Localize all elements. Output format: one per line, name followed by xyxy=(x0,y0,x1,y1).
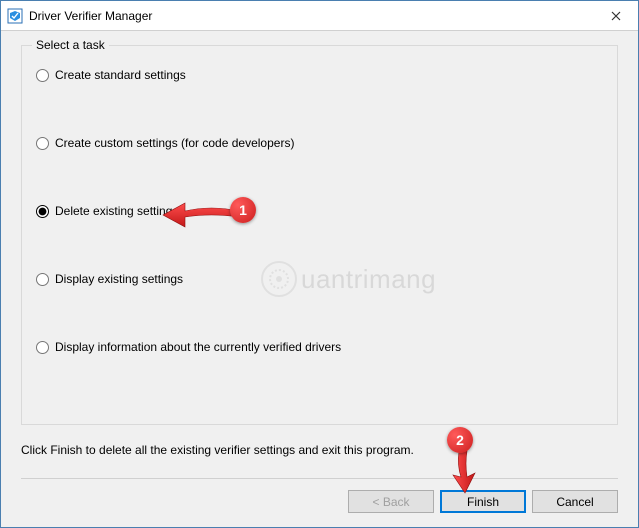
task-groupbox: Select a task Create standard settings C… xyxy=(21,45,618,425)
instruction-text: Click Finish to delete all the existing … xyxy=(21,443,618,457)
titlebar: Driver Verifier Manager xyxy=(1,1,638,31)
radio-label: Create standard settings xyxy=(55,68,186,82)
radio-label: Display existing settings xyxy=(55,272,183,286)
button-bar: < Back Finish Cancel xyxy=(348,490,618,513)
radio-create-standard[interactable]: Create standard settings xyxy=(36,68,603,82)
finish-button[interactable]: Finish xyxy=(440,490,526,513)
radio-display-info[interactable]: Display information about the currently … xyxy=(36,340,603,354)
client-area: Select a task Create standard settings C… xyxy=(1,31,638,527)
dialog-window: Driver Verifier Manager Select a task Cr… xyxy=(0,0,639,528)
close-button[interactable] xyxy=(593,1,638,30)
back-button: < Back xyxy=(348,490,434,513)
radio-display-existing[interactable]: Display existing settings xyxy=(36,272,603,286)
app-icon xyxy=(7,8,23,24)
radio-input[interactable] xyxy=(36,273,49,286)
radio-input[interactable] xyxy=(36,137,49,150)
radio-input[interactable] xyxy=(36,341,49,354)
radio-label: Display information about the currently … xyxy=(55,340,341,354)
radio-input[interactable] xyxy=(36,205,49,218)
radio-delete-existing[interactable]: Delete existing settings xyxy=(36,204,603,218)
button-separator xyxy=(21,478,618,479)
radio-create-custom[interactable]: Create custom settings (for code develop… xyxy=(36,136,603,150)
cancel-button[interactable]: Cancel xyxy=(532,490,618,513)
radio-label: Create custom settings (for code develop… xyxy=(55,136,294,150)
window-title: Driver Verifier Manager xyxy=(29,9,593,23)
radio-label: Delete existing settings xyxy=(55,204,178,218)
groupbox-legend: Select a task xyxy=(32,38,109,52)
radio-input[interactable] xyxy=(36,69,49,82)
